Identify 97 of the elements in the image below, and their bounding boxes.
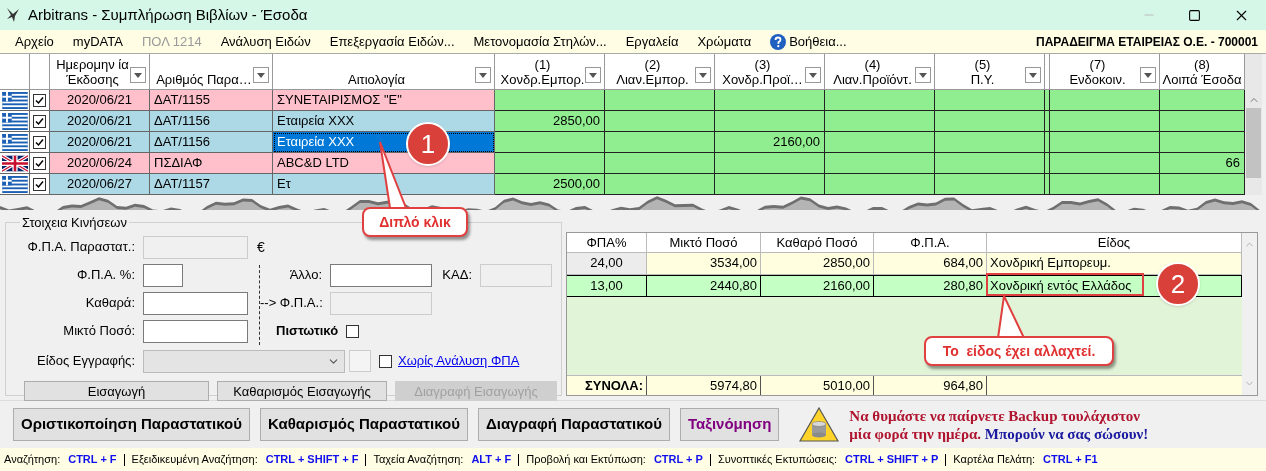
action-button[interactable]: Διαγραφή Παραστατικού: [477, 408, 670, 441]
credit-label: Πιστωτικό: [276, 322, 339, 341]
credit-checkbox[interactable]: [346, 324, 360, 338]
menu-item[interactable]: Ανάλυση Ειδών: [213, 31, 318, 52]
table-cell: ΠΣΔΙΑΦ: [150, 153, 273, 174]
table-cell: 5974,80: [647, 376, 761, 395]
filter-dropdown-icon[interactable]: [1140, 67, 1156, 83]
filter-dropdown-icon[interactable]: [915, 67, 931, 83]
table-cell: ΔΑΤ/1157: [150, 174, 273, 195]
form-button[interactable]: Εισαγωγή: [24, 381, 209, 401]
action-button[interactable]: Ταξινόμηση: [679, 408, 780, 441]
row-checkbox[interactable]: [33, 135, 46, 149]
table-cell[interactable]: ΣΥΝΕΤΑΙΡΙΣΜΟΣ "Ε": [273, 90, 495, 111]
input-field[interactable]: [143, 319, 248, 343]
shortcut-keys: CTRL + F1: [1043, 451, 1098, 468]
table-cell: ΔΑΤ/1156: [150, 132, 273, 153]
table-cell: 2160,00: [715, 132, 825, 153]
field-label: Φ.Π.Α. %:: [75, 266, 136, 285]
table-cell: 24,00: [567, 253, 647, 274]
backup-reminder: Να θυμάστε να παίρνετε Backup τουλάχιστον μία φορά την ημέρα. Μπορούν να σας σώσουν!: [849, 406, 1150, 443]
filter-dropdown-icon[interactable]: [585, 67, 601, 83]
maximize-icon[interactable]: [1188, 8, 1201, 22]
table-cell: 2850,00: [761, 253, 874, 274]
filter-dropdown-icon[interactable]: [253, 67, 269, 83]
menu-item[interactable]: Αρχείο: [8, 31, 61, 52]
table-cell: 2020/06/21: [50, 111, 150, 132]
table-cell: 2500,00: [495, 174, 605, 195]
shortcut-label: Αναζήτηση:: [4, 452, 61, 468]
callout-box: Διπλό κλικ: [362, 207, 468, 237]
table-cell: 5010,00: [761, 376, 874, 395]
filter-dropdown-icon[interactable]: [1025, 67, 1041, 83]
table-cell: 2020/06/21: [50, 90, 150, 111]
input-field[interactable]: [143, 291, 248, 315]
action-button[interactable]: Οριστικοποίηση Παραστατικού: [13, 408, 250, 441]
shortcut-label: Καρτέλα Πελάτη:: [953, 452, 1036, 468]
table-cell: 964,80: [874, 376, 987, 395]
table-cell: ΔΑΤ/1155: [150, 90, 273, 111]
input-field[interactable]: [330, 263, 432, 287]
scrollbar-thumb[interactable]: [1246, 108, 1261, 178]
field-label: Άλλο:: [288, 266, 323, 285]
menu-item[interactable]: Χρώματα: [690, 31, 759, 52]
table-cell: 13,00: [567, 276, 647, 296]
field-label: Καθαρά:: [84, 294, 136, 313]
filter-dropdown-icon[interactable]: [475, 67, 491, 83]
bird-icon: [6, 7, 20, 23]
scrollbar[interactable]: [1245, 54, 1262, 195]
shortcut-label: Συνοπτικές Εκτυπώσεις:: [717, 452, 838, 468]
no-vat-checkbox[interactable]: [379, 354, 392, 368]
row-checkbox[interactable]: [33, 177, 46, 191]
shortcut-keys: CTRL + SHIFT + F: [265, 451, 359, 468]
menu-item[interactable]: Επεξεργασία Ειδών...: [322, 31, 462, 52]
menu-item[interactable]: myDATA: [65, 31, 130, 52]
input-field[interactable]: [143, 263, 183, 287]
field-label: Μικτό Ποσό:: [62, 322, 136, 341]
table-cell: 2020/06/24: [50, 153, 150, 174]
filter-dropdown-icon[interactable]: [805, 67, 821, 83]
shortcut-label: Προβολή και Εκτύπωση:: [526, 452, 646, 468]
shortcut-keys: CTRL + F: [68, 451, 117, 468]
field-label: ΚΑΔ:: [441, 266, 473, 285]
help-icon: [770, 33, 787, 50]
shortcut-keys: CTRL + P: [653, 451, 703, 468]
table-cell[interactable]: Εταιρεία XXX: [273, 111, 495, 132]
shortcut-keys: ALT + F: [471, 451, 512, 468]
row-checkbox[interactable]: [33, 114, 46, 128]
shortcut-label: Ταχεία Αναζήτηση:: [373, 452, 464, 468]
table-cell: 66: [1160, 153, 1245, 174]
table-cell[interactable]: Ετ: [273, 174, 495, 195]
table-cell: 2440,80: [647, 276, 761, 296]
row-checkbox[interactable]: [33, 93, 46, 107]
table-cell: 2020/06/27: [50, 174, 150, 195]
field-label: Φ.Π.Α. Παραστατ.:: [26, 238, 136, 257]
action-button[interactable]: Καθαρισμός Παραστατικού: [259, 408, 468, 441]
table-cell: 2850,00: [495, 111, 605, 132]
shortcut-keys: CTRL + SHIFT + P: [845, 451, 939, 468]
filter-dropdown-icon[interactable]: [695, 67, 711, 83]
table-cell: 2020/06/21: [50, 132, 150, 153]
vat-row[interactable]: 24,00 3534,00 2850,00 684,00 Χονδρική Εμπορευμ.: [567, 253, 1242, 275]
menu-item[interactable]: Βοήθεια...: [763, 31, 854, 52]
menu-item[interactable]: Εργαλεία: [618, 31, 686, 52]
table-cell: 684,00: [874, 253, 987, 274]
filter-dropdown-icon[interactable]: [130, 67, 146, 83]
menu-item[interactable]: Μετονομασία Στηλών...: [466, 31, 614, 52]
row-checkbox[interactable]: [33, 156, 46, 170]
no-vat-link[interactable]: Χωρίς Ανάλυση ΦΠΑ: [398, 351, 520, 371]
currency-label: €: [257, 237, 265, 257]
window-title: Arbitrans - Συμπλήρωση Βιβλίων - Έσοδα: [28, 4, 308, 25]
form-button[interactable]: Καθαρισμός Εισαγωγής: [217, 381, 387, 401]
shortcut-label: Εξειδικευμένη Αναζήτηση:: [131, 452, 258, 468]
warning-database-icon: [799, 407, 840, 442]
field-label: Είδος Εγγραφής:: [35, 352, 136, 371]
table-cell: 2160,00: [761, 276, 874, 296]
table-cell: 280,80: [874, 276, 987, 296]
table-cell: ΔΑΤ/1156: [150, 111, 273, 132]
company-name: ΠΑΡΑΔΕΙΓΜΑ ΕΤΑΙΡΕΙΑΣ Ο.Ε. - 700001: [1036, 33, 1258, 51]
totals-label: ΣΥΝΟΛΑ:: [567, 376, 647, 395]
table-cell: 3534,00: [647, 253, 761, 274]
field-label: --> Φ.Π.Α.:: [260, 294, 324, 313]
